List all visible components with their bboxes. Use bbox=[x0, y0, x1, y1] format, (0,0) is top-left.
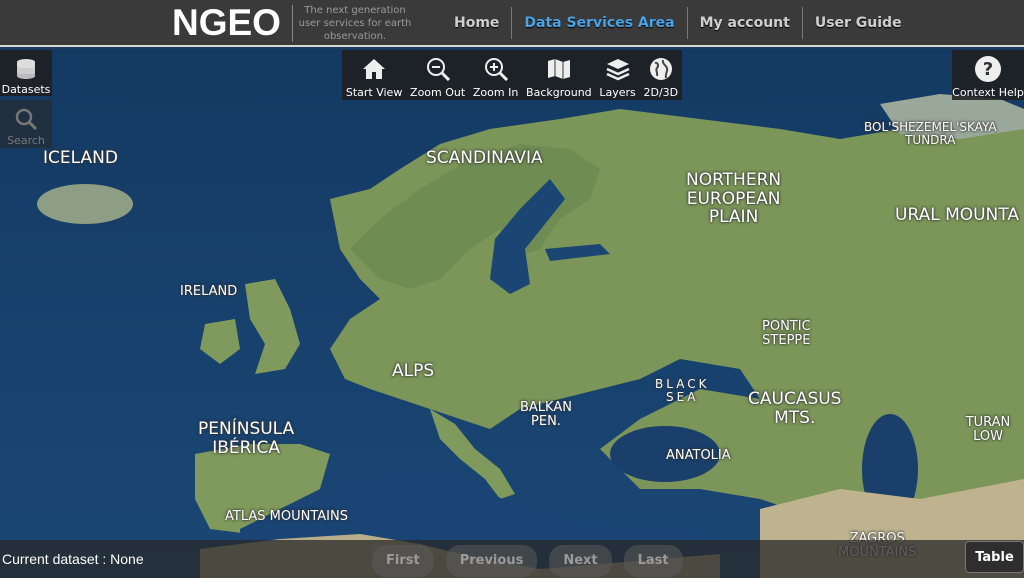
search-button[interactable]: Search bbox=[0, 100, 52, 148]
land-iceland bbox=[37, 184, 133, 224]
start-view-button[interactable]: Start View bbox=[346, 56, 402, 99]
search-label: Search bbox=[7, 134, 45, 147]
background-label: Background bbox=[526, 86, 592, 99]
globe-icon bbox=[648, 56, 674, 82]
zoom-in-button[interactable]: Zoom In bbox=[473, 56, 518, 99]
last-page-button[interactable]: Last bbox=[623, 545, 683, 577]
layers-button[interactable]: Layers bbox=[599, 56, 636, 99]
zoom-in-label: Zoom In bbox=[472, 86, 519, 99]
layers-label: Layers bbox=[599, 86, 636, 99]
zoom-out-button[interactable]: Zoom Out bbox=[410, 56, 465, 99]
map-label-anatolia: ANATOLIA bbox=[666, 448, 731, 463]
table-button[interactable]: Table bbox=[965, 541, 1024, 573]
next-page-button[interactable]: Next bbox=[549, 545, 612, 577]
layers-icon bbox=[605, 56, 631, 82]
map-label-balkan: BALKAN PEN. bbox=[520, 400, 572, 430]
top-header: NGEO The next generation user services f… bbox=[0, 0, 1024, 47]
pagination: First Previous Next Last bbox=[372, 545, 683, 577]
map-label-pontic-steppe: PONTIC STEPPE bbox=[762, 319, 811, 349]
map-label-scandinavia: SCANDINAVIA bbox=[426, 148, 543, 168]
database-icon bbox=[13, 56, 39, 81]
previous-page-button[interactable]: Previous bbox=[445, 545, 538, 577]
map-label-iceland: ICELAND bbox=[43, 148, 118, 168]
home-icon bbox=[361, 56, 387, 82]
map-label-northern-european-plain: NORTHERN EUROPEAN PLAIN bbox=[686, 170, 782, 228]
map-icon bbox=[546, 56, 572, 82]
zoom-out-label: Zoom Out bbox=[410, 86, 466, 99]
background-button[interactable]: Background bbox=[526, 56, 592, 99]
brand-tagline: The next generation user services for ea… bbox=[298, 5, 412, 42]
datasets-button[interactable]: Datasets bbox=[0, 50, 52, 96]
map-label-alps: ALPS bbox=[392, 361, 435, 381]
map-label-iberica: PENÍNSULA IBÉRICA bbox=[198, 419, 295, 458]
first-page-button[interactable]: First bbox=[372, 545, 434, 577]
app: ICELAND SCANDINAVIA NORTHERN EUROPEAN PL… bbox=[0, 0, 1024, 578]
context-help-button[interactable]: ? Context Help bbox=[952, 50, 1024, 100]
datasets-label: Datasets bbox=[1, 83, 51, 96]
nav-home[interactable]: Home bbox=[442, 6, 513, 39]
2d-3d-label: 2D/3D bbox=[643, 86, 679, 99]
nav-user-guide[interactable]: User Guide bbox=[803, 7, 914, 39]
zoom-out-icon bbox=[425, 56, 451, 82]
main-nav: Home Data Services Area My account User … bbox=[442, 0, 914, 45]
nav-data-services-area[interactable]: Data Services Area bbox=[512, 6, 688, 39]
start-view-label: Start View bbox=[345, 86, 403, 99]
map-label-ireland: IRELAND bbox=[180, 284, 238, 299]
map-label-bolshezemelskaya: BOL'SHEZEMEL'SKAYA TUNDRA bbox=[864, 120, 997, 148]
context-help-label: Context Help bbox=[952, 86, 1024, 99]
2d-3d-button[interactable]: 2D/3D bbox=[643, 56, 678, 99]
map-label-ural: URAL MOUNTA bbox=[895, 205, 1019, 225]
zoom-in-icon bbox=[483, 56, 509, 82]
brand-logo[interactable]: NGEO bbox=[172, 2, 281, 44]
current-dataset-text: Current dataset : None bbox=[2, 551, 144, 567]
map-label-turan: TURAN LOW bbox=[965, 415, 1011, 445]
map-label-caucasus: CAUCASUS MTS. bbox=[748, 389, 842, 428]
map-label-atlas: ATLAS MOUNTAINS bbox=[225, 509, 348, 524]
nav-my-account[interactable]: My account bbox=[688, 6, 803, 39]
map-label-black-sea: BLACK SEA bbox=[655, 377, 710, 405]
map-toolbar: Start View Zoom Out Zoom In Background L… bbox=[342, 50, 682, 100]
brand-divider bbox=[292, 5, 293, 42]
question-icon: ? bbox=[975, 56, 1001, 82]
bottom-bar: Current dataset : None First Previous Ne… bbox=[0, 540, 1024, 578]
map-view[interactable]: ICELAND SCANDINAVIA NORTHERN EUROPEAN PL… bbox=[0, 49, 1024, 578]
search-icon bbox=[13, 106, 39, 132]
